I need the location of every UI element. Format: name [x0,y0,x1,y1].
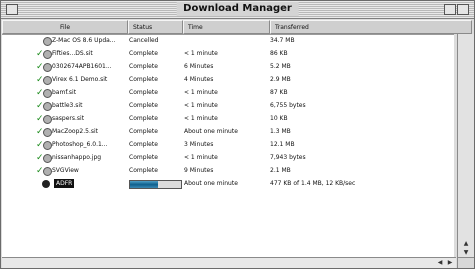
status-text: Complete [129,154,158,161]
file-name: Fifties...DS.sit [52,50,93,57]
file-name: Z-Mac OS 8.6 Upda... [52,37,116,44]
status-text: Complete [129,167,158,174]
downloading-file-icon [42,180,50,188]
transferred-text: 87 KB [270,89,288,96]
transfer-progress-text: 477 KB of 1.4 MB, 12 KB/sec [270,180,356,187]
time-text: 3 Minutes [184,141,214,148]
file-icon [43,115,52,124]
transferred-text: 6,755 bytes [270,102,306,109]
file-name: MacZoop2.5.sit [52,128,99,135]
scroll-right-arrow-icon[interactable]: ▶ [446,259,454,267]
status-text: Complete [129,63,158,70]
progress-bar [129,180,182,189]
title-bar[interactable]: Download Manager [1,1,474,19]
download-row[interactable]: ✓ 0302674APB1601... Complete 6 Minutes 5… [2,61,454,73]
file-name: Virex 6.1 Demo.sit [52,76,108,83]
vertical-scrollbar[interactable]: ▲ ▼ [457,34,474,257]
active-file-name: ADFR [54,179,75,188]
collapse-box[interactable] [457,4,469,15]
status-text: Complete [129,89,158,96]
file-name: nissanhappo.jpg [52,154,102,161]
transferred-text: 1.3 MB [270,128,291,135]
status-text: Complete [129,50,158,57]
file-icon [43,128,52,137]
time-text: < 1 minute [184,89,218,96]
time-text: About one minute [184,128,238,135]
column-header: File Status Time Transferred [2,20,472,34]
download-row[interactable]: ✓ saspers.sit Complete < 1 minute 10 KB [2,113,454,125]
resize-grow-box[interactable] [457,257,474,268]
status-text: Complete [129,141,158,148]
status-text: Cancelled [129,37,159,44]
transferred-text: 10 KB [270,115,288,122]
download-list: Z-Mac OS 8.6 Upda... Cancelled 34.7 MB ✓… [2,34,454,258]
file-name: bamf.sit [52,89,77,96]
file-name: saspers.sit [52,115,85,122]
file-icon [43,37,52,46]
file-icon [43,141,52,150]
download-row[interactable]: ✓ battle3.sit Complete < 1 minute 6,755 … [2,100,454,112]
transferred-text: 86 KB [270,50,288,57]
scroll-up-arrow-icon[interactable]: ▲ [459,240,473,248]
column-status[interactable]: Status [128,20,183,34]
transferred-text: 34.7 MB [270,37,295,44]
file-icon [43,76,52,85]
transferred-text: 12.1 MB [270,141,295,148]
file-name: 0302674APB1601... [52,63,112,70]
horizontal-scrollbar[interactable]: ◀ ▶ [2,257,456,268]
time-text: 6 Minutes [184,63,214,70]
file-icon [43,50,52,59]
window-title: Download Manager [176,2,299,16]
download-row[interactable]: ✓ nissanhappo.jpg Complete < 1 minute 7,… [2,152,454,164]
progress-bar-fill [130,181,159,188]
file-icon [43,63,52,72]
transferred-text: 5.2 MB [270,63,291,70]
scroll-left-arrow-icon[interactable]: ◀ [436,259,444,267]
time-text: < 1 minute [184,154,218,161]
status-text: Complete [129,76,158,83]
time-text: < 1 minute [184,102,218,109]
scroll-down-arrow-icon[interactable]: ▼ [459,249,473,257]
zoom-box[interactable] [444,4,456,15]
transferred-text: 2.1 MB [270,167,291,174]
time-text: < 1 minute [184,115,218,122]
time-text: 4 Minutes [184,76,214,83]
transferred-text: 7,943 bytes [270,154,306,161]
status-text: Complete [129,128,158,135]
file-icon [43,154,52,163]
file-icon [43,102,52,111]
file-name: Photoshop_6.0.1... [52,141,108,148]
file-name: battle3.sit [52,102,83,109]
download-row[interactable]: ✓ Fifties...DS.sit Complete < 1 minute 8… [2,48,454,60]
download-manager-window: Download Manager File Status Time Transf… [0,0,475,269]
time-remaining-text: About one minute [184,180,238,187]
close-box[interactable] [6,4,18,15]
column-file[interactable]: File [2,20,128,34]
active-download-row[interactable]: ADFR About one minute 477 KB of 1.4 MB, … [2,178,454,190]
column-transferred[interactable]: Transferred [270,20,472,34]
status-text: Complete [129,115,158,122]
time-text: < 1 minute [184,50,218,57]
file-name: SVGView [52,167,79,174]
time-text: 9 Minutes [184,167,214,174]
column-time[interactable]: Time [183,20,270,34]
download-row[interactable]: ✓ Photoshop_6.0.1... Complete 3 Minutes … [2,139,454,151]
download-row[interactable]: ✓ SVGView Complete 9 Minutes 2.1 MB [2,165,454,177]
status-text: Complete [129,102,158,109]
file-icon [43,89,52,98]
download-row[interactable]: ✓ bamf.sit Complete < 1 minute 87 KB [2,87,454,99]
download-row[interactable]: ✓ MacZoop2.5.sit Complete About one minu… [2,126,454,138]
file-icon [43,167,52,176]
download-row[interactable]: Z-Mac OS 8.6 Upda... Cancelled 34.7 MB [2,35,454,47]
download-row[interactable]: ✓ Virex 6.1 Demo.sit Complete 4 Minutes … [2,74,454,86]
transferred-text: 2.9 MB [270,76,291,83]
